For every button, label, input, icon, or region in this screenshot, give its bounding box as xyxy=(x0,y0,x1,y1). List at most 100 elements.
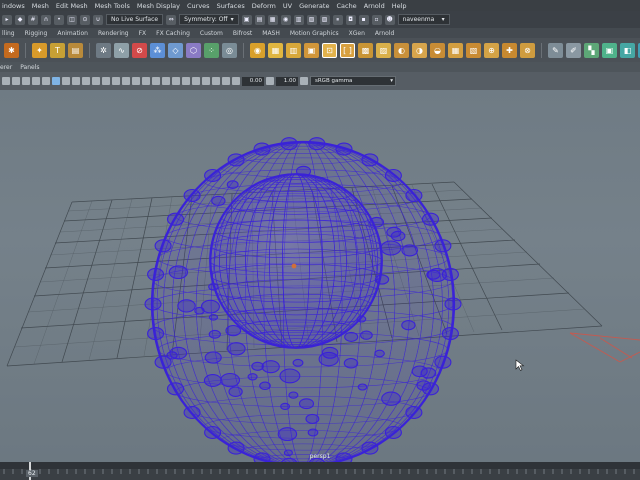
menu-mesh-display[interactable]: Mesh Display xyxy=(137,2,180,10)
wireframe-icon[interactable] xyxy=(122,77,130,85)
tab-fx[interactable]: FX xyxy=(139,30,147,37)
mash-color-icon[interactable]: ▦ xyxy=(448,42,463,58)
cube-split-icon[interactable]: ◧ xyxy=(620,42,635,58)
cube-icon[interactable]: ▣ xyxy=(602,42,617,58)
menu-mesh[interactable]: Mesh xyxy=(32,2,49,10)
menu-renderer[interactable]: erer xyxy=(0,64,12,71)
arnold-render-icon[interactable]: ▨ xyxy=(319,14,330,25)
select-by-hierarchy-icon[interactable]: ▸ xyxy=(2,14,12,25)
shapes-icon[interactable]: ▫ xyxy=(371,14,382,25)
render-sequence-icon[interactable]: ▧ xyxy=(306,14,317,25)
smooth-shade-icon[interactable] xyxy=(132,77,140,85)
mash-distribute-icon[interactable]: ◉ xyxy=(250,42,265,58)
menu-cache[interactable]: Cache xyxy=(336,2,356,10)
snap-curve-icon[interactable]: ∩ xyxy=(41,14,51,25)
svg-icon[interactable]: ▤ xyxy=(68,42,83,58)
mash-bracket-icon[interactable]: [ ] xyxy=(340,42,355,58)
mash-signal-icon[interactable]: ▣ xyxy=(304,42,319,58)
orbit-icon[interactable]: ◎ xyxy=(222,42,237,58)
render-view-icon[interactable]: ▥ xyxy=(293,14,304,25)
menu-uv[interactable]: UV xyxy=(283,2,292,10)
mash-trails-icon[interactable]: ⊗ xyxy=(520,42,535,58)
menu-surfaces[interactable]: Surfaces xyxy=(217,2,245,10)
render-icon[interactable]: ▣ xyxy=(241,14,252,25)
node-icon[interactable]: ⬡ xyxy=(186,42,201,58)
pen-icon[interactable]: ✎ xyxy=(548,42,563,58)
camera-frustum[interactable] xyxy=(569,332,640,363)
text-icon[interactable]: T xyxy=(50,42,65,58)
marker-icon[interactable]: ✐ xyxy=(566,42,581,58)
camera-icon[interactable]: ◘ xyxy=(345,14,356,25)
render-settings-icon[interactable]: ▦ xyxy=(267,14,278,25)
menu-generate[interactable]: Generate xyxy=(299,2,329,10)
ipr-render-icon[interactable]: ▤ xyxy=(254,14,265,25)
gate-mask-icon[interactable] xyxy=(92,77,100,85)
backface-culling-icon[interactable] xyxy=(222,77,230,85)
exposure-field[interactable]: 0.00 xyxy=(242,76,264,86)
light-bulb-icon[interactable]: ✲ xyxy=(96,42,111,58)
snap-grid-icon[interactable]: # xyxy=(28,14,38,25)
viewport-canvas[interactable] xyxy=(0,90,640,462)
symmetry-dropdown[interactable]: Symmetry: Off ▾ xyxy=(179,14,239,25)
two-d-pan-icon[interactable] xyxy=(42,77,50,85)
mash-network-icon[interactable]: ✱ xyxy=(4,42,19,58)
sparkle-icon[interactable]: ✦ xyxy=(32,42,47,58)
tab-xgen[interactable]: XGen xyxy=(349,30,365,37)
no-entry-icon[interactable]: ⊘ xyxy=(132,42,147,58)
pause-icon[interactable]: ⏸ xyxy=(332,14,343,25)
curve-icon[interactable]: ∿ xyxy=(114,42,129,58)
magnet-icon[interactable]: ∪ xyxy=(93,14,103,25)
gamma-field[interactable]: 1.00 xyxy=(276,76,298,86)
snap-point-icon[interactable]: • xyxy=(54,14,64,25)
menu-panels[interactable]: Panels xyxy=(20,64,39,71)
mash-group-icon[interactable]: ▩ xyxy=(358,42,373,58)
tab-motion-graphics[interactable]: Motion Graphics xyxy=(290,30,339,37)
color-management-icon[interactable] xyxy=(300,77,308,85)
safe-action-icon[interactable] xyxy=(112,77,120,85)
camera-attributes-icon[interactable] xyxy=(12,77,20,85)
user-dropdown[interactable]: naveenma ▾ xyxy=(397,14,450,25)
user-icon[interactable]: ☻ xyxy=(384,14,395,25)
select-by-component-icon[interactable]: ◆ xyxy=(15,14,25,25)
virus-model-wireframe[interactable] xyxy=(144,137,462,462)
menu-help[interactable]: Help xyxy=(392,2,407,10)
hypershade-icon[interactable]: ◉ xyxy=(280,14,291,25)
x-ray-icon[interactable] xyxy=(202,77,210,85)
menu-edit-mesh[interactable]: Edit Mesh xyxy=(56,2,88,10)
isolate-select-icon[interactable] xyxy=(192,77,200,85)
symmetry-icon[interactable]: ⇔ xyxy=(166,14,177,25)
live-surface-dropdown[interactable]: No Live Surface xyxy=(106,14,164,25)
tab-mash[interactable]: MASH xyxy=(262,30,280,37)
mash-offset-icon[interactable]: ▥ xyxy=(286,42,301,58)
tab-modelling[interactable]: lling xyxy=(2,30,15,37)
bookmark-icon[interactable] xyxy=(22,77,30,85)
view-transform-dropdown[interactable]: sRGB gamma ▾ xyxy=(310,76,396,86)
use-all-lights-icon[interactable] xyxy=(162,77,170,85)
cluster-icon[interactable]: ⁘ xyxy=(204,42,219,58)
field-chart-icon[interactable] xyxy=(102,77,110,85)
mash-world-icon[interactable]: ◑ xyxy=(412,42,427,58)
tab-custom[interactable]: Custom xyxy=(200,30,223,37)
menu-deform[interactable]: Deform xyxy=(252,2,276,10)
wireframe-on-shaded-icon[interactable] xyxy=(142,77,150,85)
textured-icon[interactable] xyxy=(152,77,160,85)
grid-icon[interactable] xyxy=(62,77,70,85)
shadows-icon[interactable] xyxy=(172,77,180,85)
make-live-icon[interactable]: ⊙ xyxy=(80,14,90,25)
layout-icon[interactable]: ▚ xyxy=(584,42,599,58)
mash-dynamics-icon[interactable]: ◒ xyxy=(430,42,445,58)
menu-mesh-tools[interactable]: Mesh Tools xyxy=(95,2,130,10)
tab-bifrost[interactable]: Bifrost xyxy=(233,30,252,37)
viewport-persp[interactable]: persp1 xyxy=(0,90,640,462)
tab-rendering[interactable]: Rendering xyxy=(98,30,129,37)
tab-animation[interactable]: Animation xyxy=(57,30,88,37)
resolution-gate-icon[interactable] xyxy=(82,77,90,85)
time-slider-ticks[interactable] xyxy=(0,462,640,480)
x-ray-joints-icon[interactable] xyxy=(212,77,220,85)
mash-audio-icon[interactable]: ⊕ xyxy=(484,42,499,58)
lights-icon[interactable]: ▪ xyxy=(358,14,369,25)
mash-id-icon[interactable]: ▧ xyxy=(466,42,481,58)
image-plane-icon[interactable] xyxy=(32,77,40,85)
grease-pencil-icon[interactable] xyxy=(52,77,60,85)
mash-flight-icon[interactable]: ▨ xyxy=(376,42,391,58)
